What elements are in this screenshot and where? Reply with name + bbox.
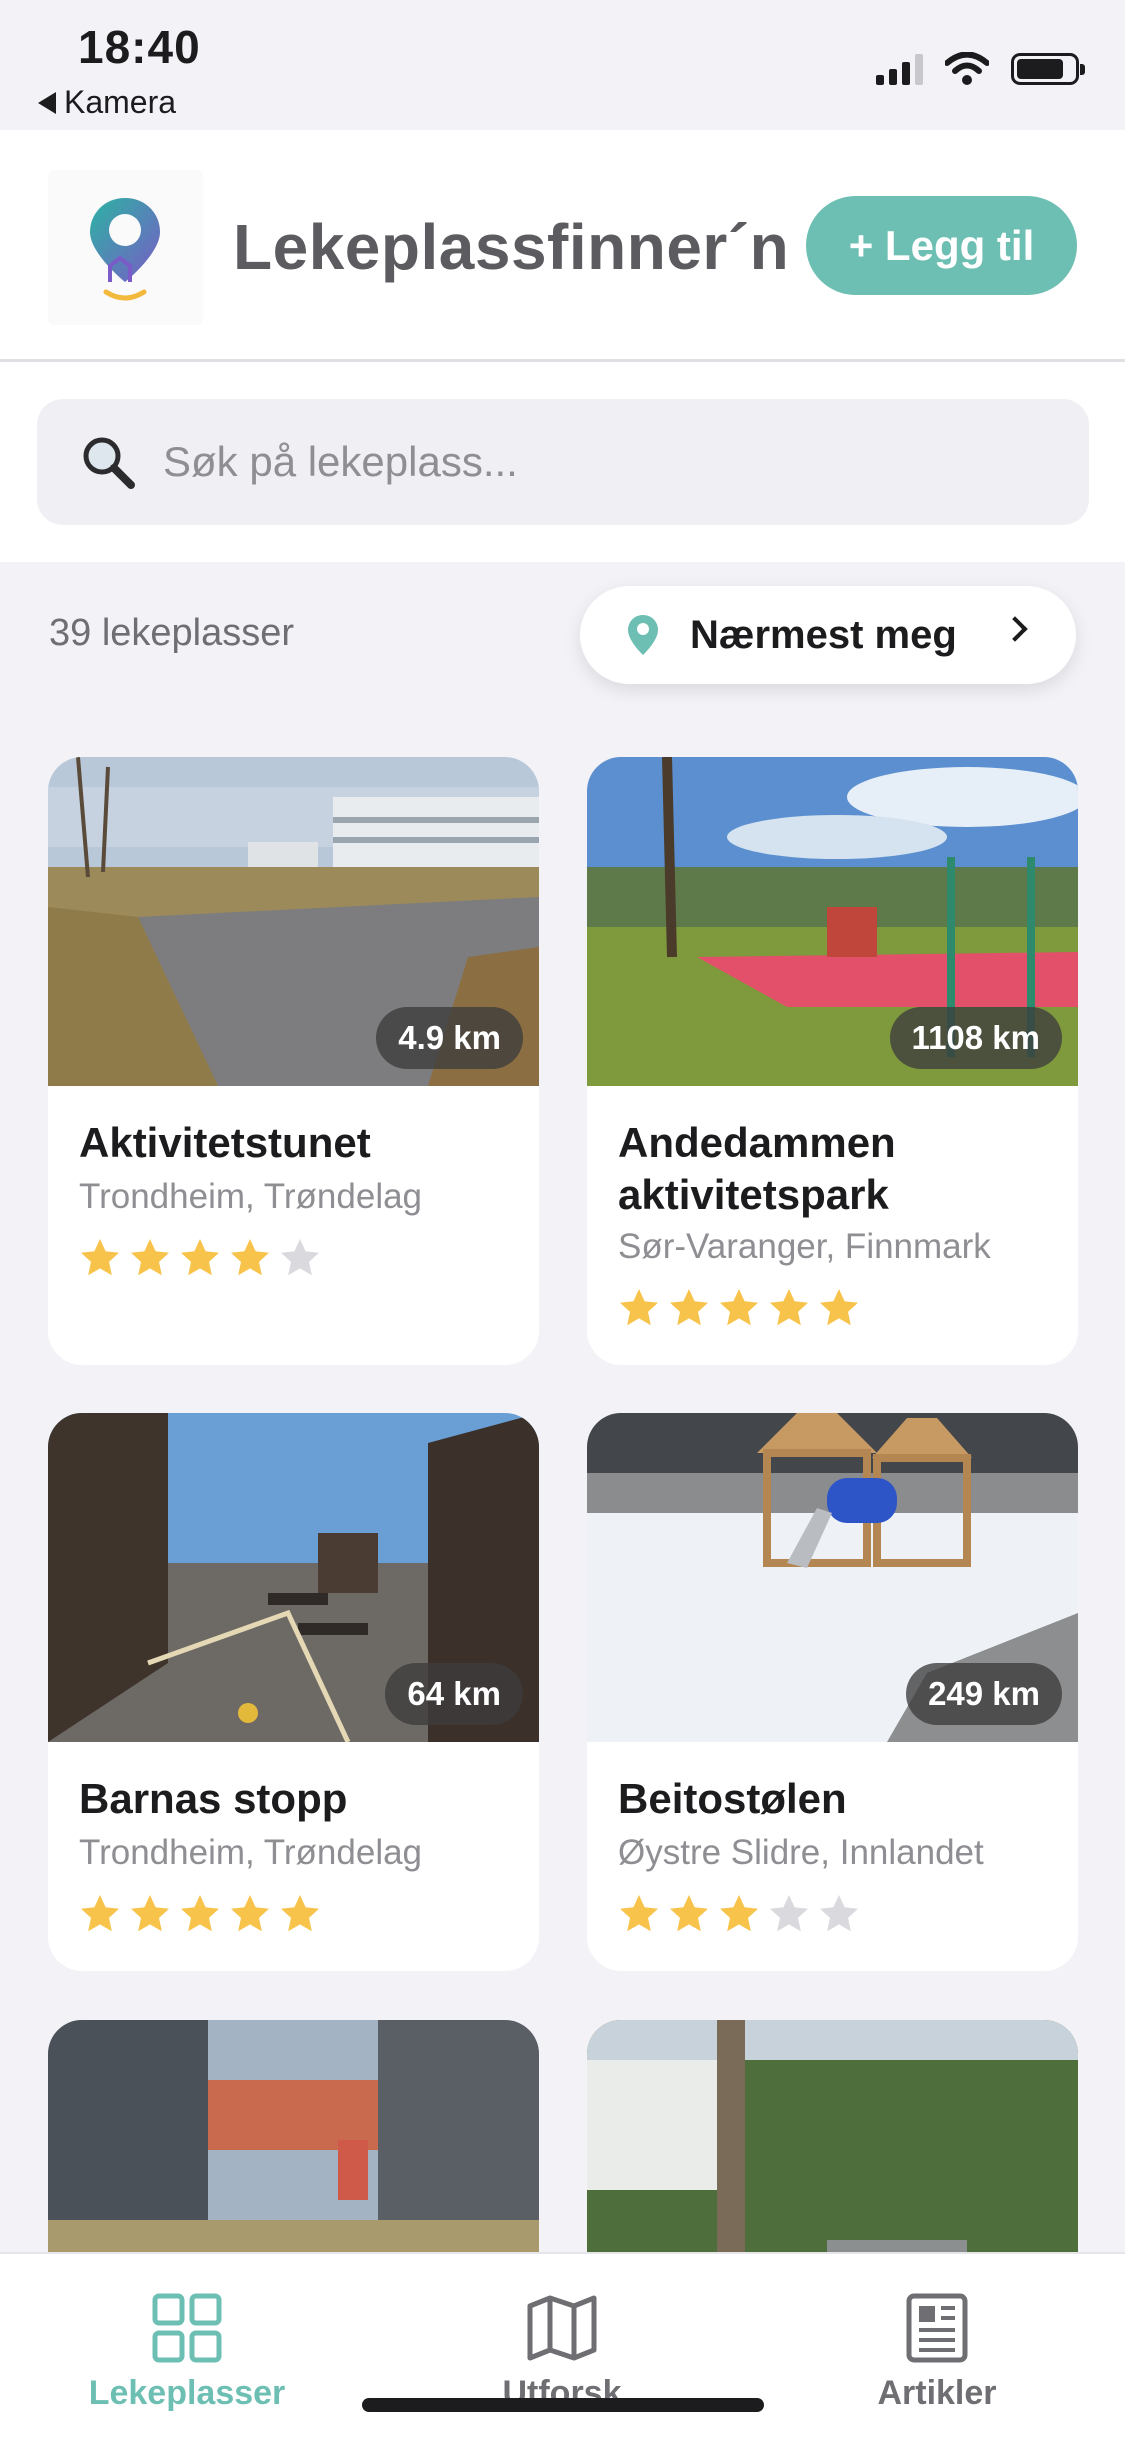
star-filled-icon xyxy=(720,1895,758,1932)
star-empty-icon xyxy=(770,1895,808,1932)
playground-card[interactable]: 4.9 km Aktivitetstunet Trondheim, Trønde… xyxy=(48,757,539,1365)
tab-label: Lekeplasser xyxy=(88,2374,286,2412)
playground-location: Trondheim, Trøndelag xyxy=(79,1177,423,1216)
status-icons xyxy=(876,52,1085,86)
playground-location: Sør-Varanger, Finnmark xyxy=(618,1227,991,1266)
search-bar[interactable] xyxy=(37,399,1089,525)
back-app-label: Kamera xyxy=(64,84,177,120)
star-filled-icon xyxy=(131,1239,169,1276)
distance-badge: 4.9 km xyxy=(376,1007,523,1069)
tab-artikler[interactable]: Artikler xyxy=(807,2292,1067,2413)
star-filled-icon xyxy=(81,1895,119,1932)
newspaper-icon xyxy=(906,2293,968,2363)
search-section xyxy=(0,362,1125,562)
playground-card[interactable]: 249 km Beitostølen Øystre Slidre, Innlan… xyxy=(587,1413,1078,1971)
star-filled-icon xyxy=(770,1289,808,1326)
result-count: 39 lekeplasser xyxy=(49,612,295,654)
star-filled-icon xyxy=(181,1239,219,1276)
battery-icon xyxy=(1011,53,1085,85)
distance-badge: 249 km xyxy=(906,1663,1062,1725)
star-rating xyxy=(79,1893,321,1935)
tab-lekeplasser[interactable]: Lekeplasser xyxy=(57,2292,317,2413)
star-rating xyxy=(618,1893,860,1935)
playground-location: Trondheim, Trøndelag xyxy=(79,1833,423,1872)
playground-card[interactable]: 1108 km Andedammen aktivitetspark Sør-Va… xyxy=(587,757,1078,1365)
cellular-signal-icon xyxy=(876,53,923,85)
playground-name: Aktivitetstunet xyxy=(79,1119,371,1166)
playground-location: Øystre Slidre, Innlandet xyxy=(618,1833,984,1872)
star-filled-icon xyxy=(231,1239,269,1276)
star-filled-icon xyxy=(131,1895,169,1932)
star-filled-icon xyxy=(81,1239,119,1276)
sort-label: Nærmest meg xyxy=(690,612,957,657)
star-filled-icon xyxy=(231,1895,269,1932)
add-playground-button[interactable]: + Legg til xyxy=(806,196,1077,295)
star-filled-icon xyxy=(720,1289,758,1326)
star-empty-icon xyxy=(820,1895,858,1932)
tab-utforsk[interactable]: Utforsk xyxy=(432,2292,692,2413)
status-bar: 18:40 Kamera xyxy=(0,0,1125,130)
status-time: 18:40 xyxy=(78,21,201,73)
app-header: Lekeplassfinner´n + Legg til xyxy=(0,130,1125,362)
location-pin-icon xyxy=(628,615,658,655)
playground-name: Andedammen aktivitetspark xyxy=(618,1119,896,1218)
star-filled-icon xyxy=(620,1895,658,1932)
chevron-right-icon xyxy=(1002,616,1028,642)
home-indicator[interactable] xyxy=(362,2398,764,2412)
star-filled-icon xyxy=(820,1289,858,1326)
star-filled-icon xyxy=(181,1895,219,1932)
star-rating xyxy=(618,1287,860,1329)
tab-label: Artikler xyxy=(877,2374,997,2412)
grid-icon xyxy=(152,2293,222,2363)
distance-badge: 1108 km xyxy=(889,1007,1062,1069)
app-logo xyxy=(48,170,203,325)
search-input[interactable] xyxy=(161,437,1015,487)
logo-pin-icon xyxy=(90,198,160,301)
star-filled-icon xyxy=(281,1895,319,1932)
star-empty-icon xyxy=(281,1239,319,1276)
distance-badge: 64 km xyxy=(385,1663,523,1725)
sort-nearest-button[interactable]: Nærmest meg xyxy=(580,586,1076,684)
star-filled-icon xyxy=(670,1895,708,1932)
star-filled-icon xyxy=(670,1289,708,1326)
app-title: Lekeplassfinner´n xyxy=(233,211,790,283)
star-filled-icon xyxy=(620,1289,658,1326)
back-triangle-icon xyxy=(38,91,56,114)
search-icon xyxy=(83,437,135,489)
playground-name: Barnas stopp xyxy=(79,1775,348,1822)
star-rating xyxy=(79,1237,321,1279)
wifi-icon xyxy=(945,52,989,85)
playground-card[interactable]: 64 km Barnas stopp Trondheim, Trøndelag xyxy=(48,1413,539,1971)
back-to-app-link[interactable]: Kamera xyxy=(38,84,176,121)
map-icon xyxy=(527,2295,597,2361)
playground-name: Beitostølen xyxy=(618,1775,847,1822)
